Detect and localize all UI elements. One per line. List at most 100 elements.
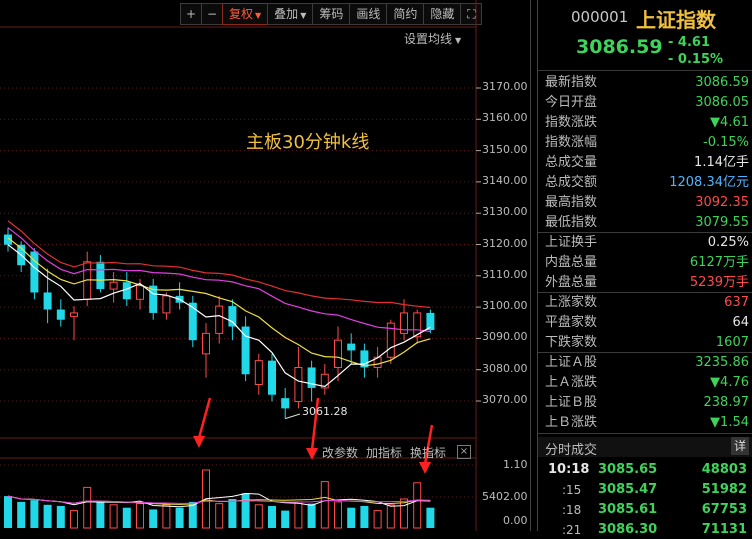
volume-bar: [149, 509, 158, 528]
quote-value: 3092.35: [695, 195, 749, 210]
index-price: 3086.59: [576, 36, 663, 58]
quote-label: 下跌家数: [545, 335, 598, 350]
candle: [188, 295, 197, 348]
quote-label: 最低指数: [545, 215, 598, 230]
price-tick: 3170.00: [482, 80, 528, 93]
candle: [426, 309, 435, 334]
price-tick: 3120.00: [482, 236, 528, 250]
volume-tick: 1.10: [503, 458, 528, 471]
volume-bar: [136, 503, 144, 529]
volume-bar: [56, 505, 65, 528]
price-tick: 3100.00: [482, 299, 528, 313]
volume-bar: [215, 503, 224, 529]
volume-bar: [386, 504, 395, 529]
quote-value: ▼1.54: [710, 415, 749, 430]
quote-row: 上证Ａ股 3235.86: [538, 353, 752, 373]
quote-value: 637: [724, 295, 749, 310]
volume-bar: [96, 501, 105, 528]
quote-value: 3235.86: [695, 355, 749, 370]
min-price-label: 3061.28: [302, 405, 348, 418]
ticks-detail-button[interactable]: 详: [731, 437, 749, 455]
candle: [268, 353, 276, 402]
quote-value: 3086.59: [695, 75, 749, 90]
quote-row: 平盘家数 64: [538, 313, 752, 333]
tick-price: 3085.47: [598, 482, 658, 497]
volume-bar: [268, 505, 276, 528]
candle: [215, 295, 224, 344]
panel-divider: [530, 0, 531, 531]
volume-tick: 5402.00: [482, 490, 528, 503]
tick-row: :21 3086.30 71131: [538, 521, 752, 539]
quote-label: 上证换手: [545, 235, 598, 250]
quote-row: 指数涨跌 ▼4.61: [538, 113, 752, 133]
volume-bar: [347, 507, 356, 528]
quote-row: 上Ａ涨跌 ▼4.76: [538, 373, 752, 393]
volume-bar: [83, 486, 92, 529]
candle: [294, 347, 303, 409]
quote-row: 上证换手 0.25%: [538, 233, 752, 253]
volume-bar: [241, 493, 250, 528]
quote-label: 上Ａ涨跌: [545, 375, 598, 390]
volume-bar: [228, 499, 237, 528]
tick-time: :18: [562, 503, 582, 517]
price-tick: 3070.00: [482, 393, 528, 406]
quote-row: 总成交量 1.14亿手: [538, 153, 752, 173]
quote-label: 最新指数: [545, 75, 598, 90]
quote-label: 内盘总量: [545, 255, 598, 270]
volume-button-2[interactable]: 换指标: [410, 444, 446, 461]
quote-row: 下跌家数 1607: [538, 333, 752, 353]
candle: [43, 268, 52, 324]
change-percent: - 0.15%: [668, 52, 724, 67]
candle: [307, 360, 316, 402]
price-tick: 3150.00: [482, 142, 528, 156]
candle: [386, 319, 395, 365]
quote-value: ▼4.61: [710, 115, 749, 130]
candle: [149, 278, 158, 320]
tick-volume: 67753: [701, 502, 747, 517]
close-icon[interactable]: ×: [457, 445, 471, 459]
price-tick: 3090.00: [482, 330, 528, 344]
quote-row: 最高指数 3092.35: [538, 193, 752, 213]
volume-bar: [70, 510, 78, 529]
quote-label: 外盘总量: [545, 275, 598, 290]
volume-bar: [4, 496, 12, 528]
tick-price: 3085.61: [598, 502, 658, 517]
quote-value: ▼4.76: [710, 375, 749, 390]
ma30-line: [7, 220, 431, 309]
quote-row: 总成交额 1208.34亿元: [538, 173, 752, 193]
candle: [413, 309, 422, 344]
tick-volume: 51982: [701, 482, 747, 497]
quote-row: 上证Ｂ股 238.97: [538, 393, 752, 413]
index-code: 000001: [571, 8, 629, 26]
quote-label: 指数涨跌: [545, 115, 598, 130]
quote-value: 64: [732, 315, 749, 330]
quote-value: 238.97: [703, 395, 750, 410]
volume-tick: 0.00: [503, 514, 528, 527]
candle: [56, 299, 65, 327]
quote-label: 总成交量: [545, 155, 598, 170]
quote-value: 5239万手: [689, 275, 749, 290]
quote-label: 上Ｂ涨跌: [545, 415, 598, 430]
candle: [241, 316, 250, 382]
quote-label: 最高指数: [545, 195, 598, 210]
tick-row: :18 3085.61 67753: [538, 501, 752, 519]
volume-bar: [294, 501, 303, 529]
quote-value: 6127万手: [689, 255, 749, 270]
volume-bar: [122, 507, 131, 528]
volume-bar: [334, 501, 342, 529]
kline-chart[interactable]: [0, 0, 530, 531]
quote-value: 1607: [715, 335, 749, 350]
volume-button-1[interactable]: 加指标: [366, 444, 402, 461]
volume-bar: [43, 504, 52, 528]
quote-value: 1.14亿手: [694, 155, 749, 170]
quote-value: 1208.34亿元: [669, 175, 749, 190]
tick-row: :15 3085.47 51982: [538, 481, 752, 499]
price-tick: 3160.00: [482, 111, 528, 125]
candle: [360, 343, 369, 378]
volume-button-0[interactable]: 改参数: [322, 444, 358, 461]
volume-bar: [254, 504, 263, 529]
candle: [175, 282, 184, 310]
tick-row: 10:18 3085.65 48803: [538, 461, 752, 479]
tick-price: 3085.65: [598, 462, 658, 477]
candle: [373, 347, 382, 378]
